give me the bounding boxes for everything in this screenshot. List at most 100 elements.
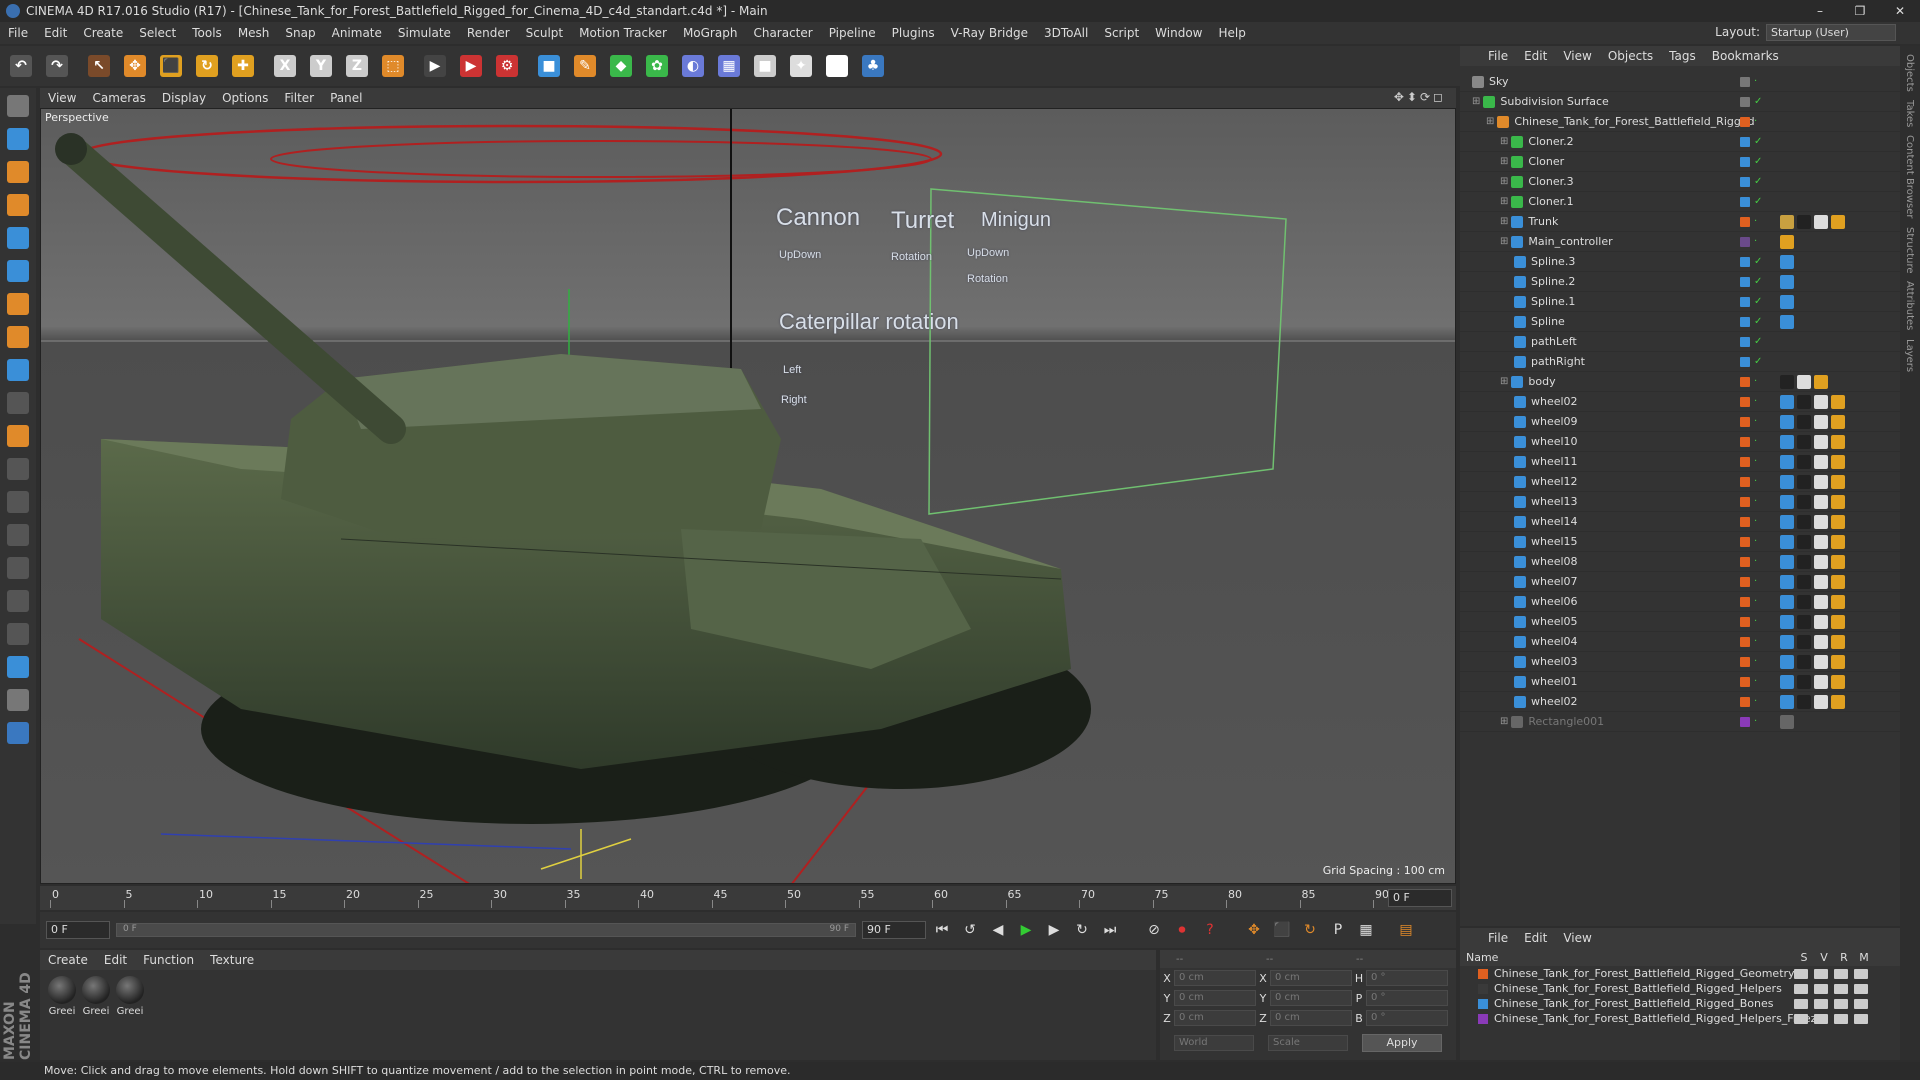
menu-pipeline[interactable]: Pipeline <box>821 26 884 40</box>
layer-menu-file[interactable]: File <box>1480 931 1516 945</box>
menu-create[interactable]: Create <box>75 26 131 40</box>
lock-button[interactable] <box>3 685 33 715</box>
goto-start-icon[interactable]: ⏮ <box>930 918 954 942</box>
object-row[interactable]: Spline.3 ✓ <box>1460 252 1900 272</box>
object-row[interactable]: wheel09 · <box>1460 412 1900 432</box>
side-tab-objects[interactable]: Objects <box>1904 54 1915 92</box>
array-button[interactable]: ✿ <box>642 51 672 81</box>
object-mode-button[interactable] <box>3 124 33 154</box>
object-row[interactable]: wheel07 · <box>1460 572 1900 592</box>
preview-range-slider[interactable]: 0 F 90 F <box>116 923 856 937</box>
object-row[interactable]: wheel11 · <box>1460 452 1900 472</box>
tag-icon[interactable] <box>1831 575 1845 589</box>
menu-help[interactable]: Help <box>1210 26 1253 40</box>
material-menu-create[interactable]: Create <box>40 953 96 967</box>
menu-plugins[interactable]: Plugins <box>884 26 943 40</box>
tag-icon[interactable] <box>1797 655 1811 669</box>
object-row[interactable]: ⊞ Cloner ✓ <box>1460 152 1900 172</box>
object-row[interactable]: wheel04 · <box>1460 632 1900 652</box>
deformer-button[interactable]: ◐ <box>678 51 708 81</box>
menu-motion-tracker[interactable]: Motion Tracker <box>571 26 675 40</box>
tag-icon[interactable] <box>1780 435 1794 449</box>
expand-icon[interactable]: ⊞ <box>1500 136 1508 147</box>
layer-row[interactable]: Chinese_Tank_for_Forest_Battlefield_Rigg… <box>1460 996 1900 1011</box>
key-param-icon[interactable]: P <box>1326 918 1350 942</box>
tweak-mode-button[interactable] <box>3 355 33 385</box>
apply-button[interactable]: Apply <box>1362 1034 1442 1052</box>
layer-toggle-icon[interactable] <box>1794 998 1808 1009</box>
side-tab-takes[interactable]: Takes <box>1904 100 1915 127</box>
side-tab-layers[interactable]: Layers <box>1904 339 1915 372</box>
tag-icon[interactable] <box>1797 375 1811 389</box>
layer-menu-view[interactable]: View <box>1555 931 1599 945</box>
tag-icon[interactable] <box>1780 715 1794 729</box>
tag-icon[interactable] <box>1831 675 1845 689</box>
object-row[interactable]: ⊞ Cloner.2 ✓ <box>1460 132 1900 152</box>
object-row[interactable]: wheel02 · <box>1460 392 1900 412</box>
visibility-check-icon[interactable]: ✓ <box>1754 156 1764 167</box>
material-swatch[interactable]: Greei <box>46 976 78 1017</box>
scale-button[interactable]: ⬛ <box>156 51 186 81</box>
python-tool-button[interactable] <box>3 718 33 748</box>
current-frame-field[interactable]: 0 F <box>1388 889 1452 907</box>
menu-sculpt[interactable]: Sculpt <box>518 26 571 40</box>
tag-icon[interactable] <box>1797 435 1811 449</box>
tag-icon[interactable] <box>1797 555 1811 569</box>
tag-icon[interactable] <box>1780 475 1794 489</box>
visibility-check-icon[interactable]: · <box>1754 396 1764 407</box>
object-menu-view[interactable]: View <box>1555 49 1599 63</box>
menu-edit[interactable]: Edit <box>36 26 75 40</box>
tag-icon[interactable] <box>1780 535 1794 549</box>
layer-toggle-icon[interactable] <box>1834 1013 1848 1024</box>
expand-icon[interactable]: ⊞ <box>1500 156 1508 167</box>
layer-toggle-icon[interactable] <box>1794 1013 1808 1024</box>
visibility-check-icon[interactable]: · <box>1754 516 1764 527</box>
tag-icon[interactable] <box>1780 315 1794 329</box>
tag-icon[interactable] <box>1814 435 1828 449</box>
z-axis-button[interactable]: Z <box>342 51 372 81</box>
inflate-brush-button[interactable] <box>3 619 33 649</box>
play-icon[interactable]: ▶ <box>1014 918 1038 942</box>
object-row[interactable]: wheel03 · <box>1460 652 1900 672</box>
coord-field[interactable]: 0 cm <box>1174 970 1256 986</box>
render-settings-button[interactable]: ⚙ <box>492 51 522 81</box>
tag-icon[interactable] <box>1831 535 1845 549</box>
redo-button[interactable]: ↷ <box>42 51 72 81</box>
tag-icon[interactable] <box>1831 475 1845 489</box>
floor-button[interactable]: ▦ <box>714 51 744 81</box>
menu-animate[interactable]: Animate <box>324 26 390 40</box>
tag-icon[interactable] <box>1780 235 1794 249</box>
coord-field[interactable]: 0 ° <box>1366 1010 1448 1026</box>
object-row[interactable]: ⊞ Main_controller · <box>1460 232 1900 252</box>
visibility-check-icon[interactable]: ✓ <box>1754 296 1764 307</box>
visibility-check-icon[interactable]: · <box>1754 656 1764 667</box>
tag-icon[interactable] <box>1797 495 1811 509</box>
tag-icon[interactable] <box>1780 215 1794 229</box>
script-button[interactable]: S <box>822 51 852 81</box>
tag-icon[interactable] <box>1780 635 1794 649</box>
object-row[interactable]: ⊞ Chinese_Tank_for_Forest_Battlefield_Rig… <box>1460 112 1900 132</box>
axis-mode-button[interactable] <box>3 322 33 352</box>
pen-button[interactable]: ✎ <box>570 51 600 81</box>
tag-icon[interactable] <box>1831 695 1845 709</box>
object-menu-objects[interactable]: Objects <box>1600 49 1661 63</box>
tag-icon[interactable] <box>1831 595 1845 609</box>
brush-button[interactable] <box>3 487 33 517</box>
object-row[interactable]: wheel15 · <box>1460 532 1900 552</box>
object-row[interactable]: pathRight ✓ <box>1460 352 1900 372</box>
menu-simulate[interactable]: Simulate <box>390 26 459 40</box>
grid-button[interactable] <box>3 652 33 682</box>
tag-icon[interactable] <box>1780 255 1794 269</box>
layer-toggle-icon[interactable] <box>1814 998 1828 1009</box>
menu-render[interactable]: Render <box>459 26 518 40</box>
tag-icon[interactable] <box>1780 495 1794 509</box>
layer-toggle-icon[interactable] <box>1814 983 1828 994</box>
viewport-perspective[interactable]: Perspective Cannon Turret Minigun UpDown Rot… <box>40 108 1456 884</box>
visibility-check-icon[interactable]: · <box>1754 676 1764 687</box>
side-tab-content-browser[interactable]: Content Browser <box>1904 135 1915 218</box>
tag-icon[interactable] <box>1797 615 1811 629</box>
loop-forward-icon[interactable]: ↻ <box>1070 918 1094 942</box>
start-frame-field[interactable]: 0 F <box>46 921 110 939</box>
object-row[interactable]: ⊞ Cloner.1 ✓ <box>1460 192 1900 212</box>
visibility-check-icon[interactable]: · <box>1754 576 1764 587</box>
